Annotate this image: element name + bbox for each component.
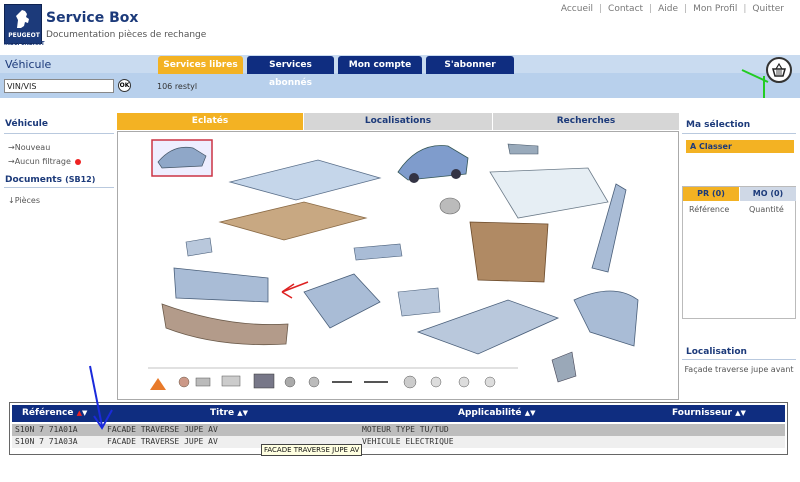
table-header: Référence ▲▼ Titre ▲▼ Applicabilité ▲▼ F…	[12, 405, 785, 422]
documents-heading: Documents (SB12)	[5, 175, 96, 185]
jack-part[interactable]	[551, 351, 577, 383]
tab-eclates[interactable]: Eclatés	[117, 113, 303, 130]
localisation-heading: Localisation	[686, 347, 747, 357]
windshield-part[interactable]	[489, 167, 609, 219]
part-icon-4[interactable]	[458, 376, 470, 388]
ma-selection-heading: Ma sélection	[686, 120, 751, 130]
parts-table: Référence ▲▼ Titre ▲▼ Applicabilité ▲▼ F…	[9, 402, 788, 455]
hood-part[interactable]	[228, 159, 382, 201]
cell-reference: S10N 7 71A01A	[15, 425, 78, 434]
tab-services-abonnes[interactable]: Services abonnés	[247, 56, 334, 88]
tab-recherches[interactable]: Recherches	[493, 113, 679, 130]
blue-annotation-arrow	[89, 365, 113, 430]
logo-subtext: INDÉPENDANT	[4, 41, 45, 47]
link-accueil[interactable]: Accueil	[555, 4, 599, 14]
warning-triangle-icon[interactable]	[150, 378, 166, 390]
front-facade-part[interactable]	[173, 267, 269, 303]
cell-titre: FACADE TRAVERSE JUPE AV	[107, 437, 218, 446]
part-icon-2[interactable]	[308, 376, 320, 388]
tab-pr[interactable]: PR (0)	[683, 187, 739, 201]
link-quitter[interactable]: Quitter	[746, 4, 790, 14]
logo-text: PEUGEOT	[8, 32, 40, 39]
part-icon-1[interactable]	[284, 376, 296, 388]
fender-part[interactable]	[573, 290, 639, 347]
localisation-text: Façade traverse jupe avant	[684, 365, 794, 374]
bracket-part[interactable]	[353, 243, 403, 261]
link-nouveau[interactable]: →Nouveau	[8, 143, 50, 152]
cell-titre: FACADE TRAVERSE JUPE AV	[107, 425, 218, 434]
tab-s-abonner[interactable]: S'abonner	[426, 56, 514, 74]
tab-mon-compte[interactable]: Mon compte	[338, 56, 422, 74]
col-header-titre[interactable]: Titre ▲▼	[210, 408, 248, 418]
vin-input[interactable]	[4, 79, 114, 93]
tab-services-libres[interactable]: Services libres	[158, 56, 243, 74]
part-icon-5[interactable]	[484, 376, 496, 388]
selection-panel: PR (0) MO (0) Référence Quantité	[682, 186, 796, 319]
red-pointer-arrow	[281, 281, 309, 299]
ok-button[interactable]: OK	[118, 79, 131, 92]
engine-icon[interactable]	[253, 373, 275, 389]
tab-localisations[interactable]: Localisations	[304, 113, 492, 130]
disc-icon[interactable]	[403, 375, 417, 389]
cell-applicabilite: VEHICULE ELECTRIQUE	[362, 437, 454, 446]
lion-icon	[16, 10, 29, 28]
bumper-part[interactable]	[161, 303, 289, 346]
link-pieces[interactable]: ↓Pièces	[8, 196, 40, 205]
top-links: Accueil | Contact | Aide | Mon Profil | Quit…	[555, 4, 790, 14]
mirror-part[interactable]	[507, 143, 539, 155]
bulb-icon[interactable]	[178, 376, 190, 388]
cell-applicabilite: MOTEUR TYPE TU/TUD	[362, 425, 449, 434]
insulation-part[interactable]	[218, 201, 368, 241]
basket-icon	[772, 62, 786, 77]
car-icon[interactable]	[221, 375, 241, 387]
col-header-reference[interactable]: Référence ▲▼	[22, 408, 87, 418]
table-row[interactable]: S10N 7 71A03A FACADE TRAVERSE JUPE AV VE…	[12, 436, 785, 448]
vehicule-heading: Véhicule	[5, 119, 49, 129]
link-mon-profil[interactable]: Mon Profil	[687, 4, 743, 14]
col-header-applicabilite[interactable]: Applicabilité ▲▼	[458, 408, 535, 418]
app-subtitle: Documentation pièces de rechange	[46, 30, 207, 40]
link-contact[interactable]: Contact	[602, 4, 649, 14]
vehicle-model: 106 restyl	[157, 82, 198, 91]
green-annotation-arrow	[741, 69, 769, 98]
a-classer-folder[interactable]: A Classer	[686, 140, 794, 153]
grille-part[interactable]	[185, 237, 213, 257]
table-row[interactable]: S10N 7 71A01A FACADE TRAVERSE JUPE AV MO…	[12, 424, 785, 436]
tab-mo[interactable]: MO (0)	[740, 187, 796, 201]
col-reference: Référence	[689, 205, 730, 214]
round-part[interactable]	[439, 197, 461, 215]
crossmember-part[interactable]	[303, 273, 381, 329]
link-aide[interactable]: Aide	[652, 4, 684, 14]
col-quantite: Quantité	[749, 205, 784, 214]
exploded-parts-diagram	[117, 131, 679, 400]
bulkhead-part[interactable]	[469, 221, 549, 283]
app-title: Service Box	[46, 10, 139, 26]
wheel-icon[interactable]	[195, 377, 211, 387]
peugeot-logo: PEUGEOT	[4, 4, 42, 44]
col-header-fournisseur[interactable]: Fournisseur ▲▼	[672, 408, 746, 418]
vehicle-section-label: Véhicule	[5, 58, 52, 71]
row-tooltip: FACADE TRAVERSE JUPE AV	[261, 444, 363, 456]
support-part[interactable]	[397, 287, 441, 317]
status-dot-icon	[74, 158, 81, 165]
cell-reference: S10N 7 71A03A	[15, 437, 78, 446]
link-aucun-filtrage[interactable]: →Aucun filtrage	[8, 157, 81, 166]
part-icon-3[interactable]	[430, 376, 442, 388]
